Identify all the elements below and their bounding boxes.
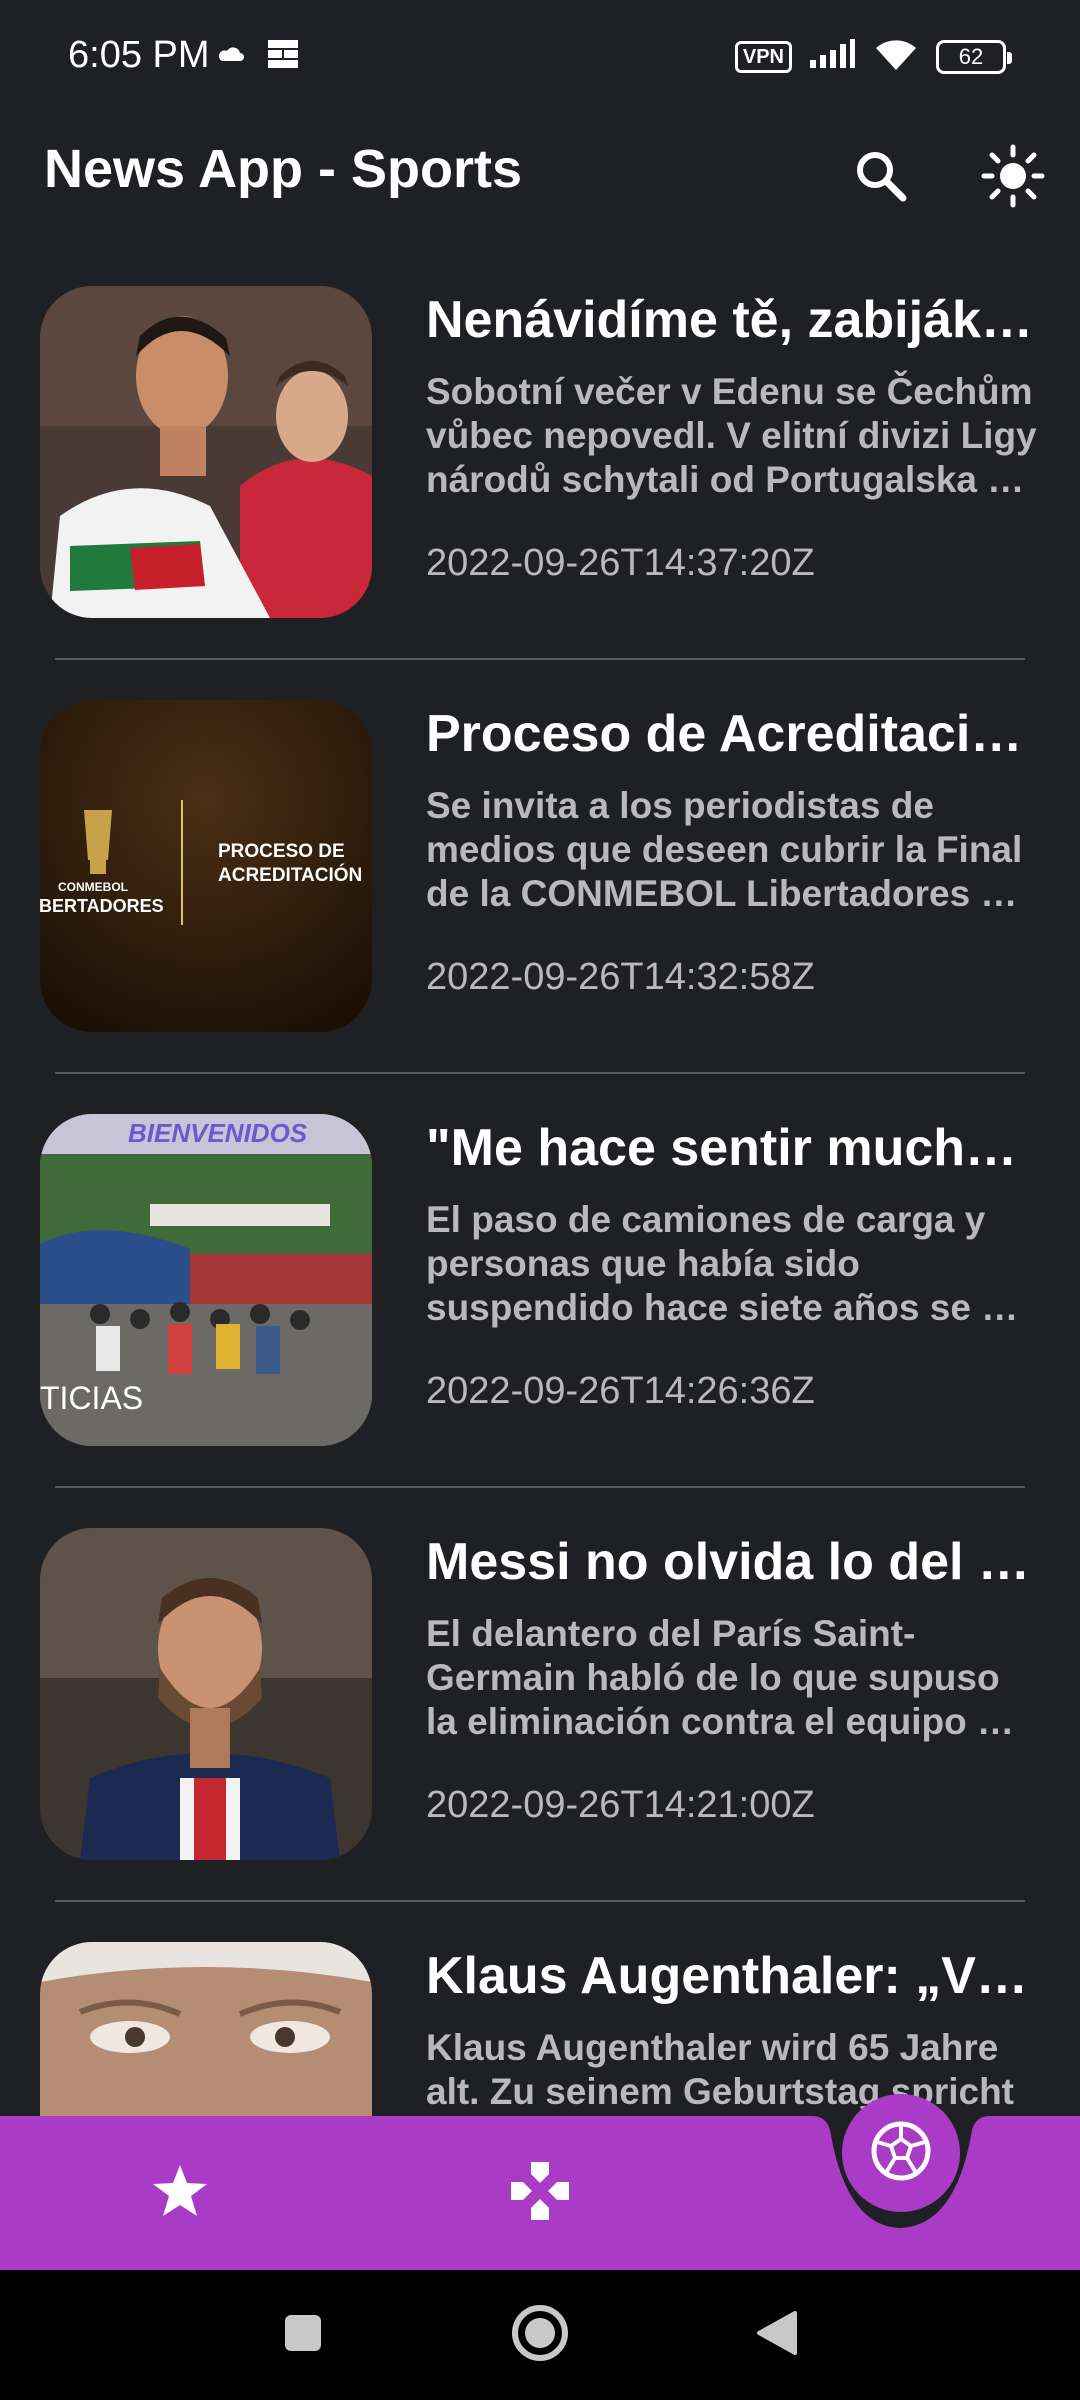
- nav-games[interactable]: [450, 2116, 630, 2270]
- news-item[interactable]: CONMEBOL IBERTADORES PROCESO DE ACREDITA…: [0, 684, 1080, 1098]
- nav-favorites[interactable]: [90, 2116, 270, 2270]
- star-icon: [151, 2163, 209, 2224]
- vpn-badge: VPN: [734, 40, 792, 73]
- news-description: El delantero del París Saint-Germain hab…: [426, 1613, 1015, 1742]
- screen: 6:05 PM VPN 62 News App - Sports Nenávid…: [0, 0, 1080, 2400]
- thumb-brand-small: CONMEBOL: [58, 880, 128, 894]
- signal-icon: [808, 38, 856, 75]
- status-bar: 6:05 PM VPN 62: [0, 0, 1080, 118]
- recents-button[interactable]: [238, 2270, 368, 2400]
- battery-icon: 62: [936, 39, 1012, 74]
- search-icon: [853, 148, 909, 209]
- recents-icon: [283, 2313, 323, 2358]
- news-list[interactable]: Nenávidíme tě, zabiják… Sobotní večer v …: [0, 270, 1080, 2120]
- news-text: Proceso de Acreditaci… Se invita a los p…: [426, 702, 1040, 999]
- divider: [55, 658, 1025, 660]
- gamepad-icon: [509, 2160, 571, 2227]
- news-title: Proceso de Acreditaci…: [426, 705, 1023, 763]
- status-left-icons: [218, 38, 300, 75]
- news-thumbnail: CONMEBOL IBERTADORES PROCESO DE ACREDITA…: [40, 700, 372, 1032]
- page-title: News App - Sports: [44, 139, 523, 199]
- thumb-brand: IBERTADORES: [40, 896, 164, 916]
- news-date: 2022-09-26T14:32:58Z: [426, 956, 815, 998]
- search-button[interactable]: [833, 130, 929, 226]
- news-text: Klaus Augenthaler: „V… Klaus Augenthaler…: [426, 1944, 1040, 2120]
- divider: [55, 1900, 1025, 1902]
- news-date: 2022-09-26T14:26:36Z: [426, 1370, 815, 1412]
- home-button[interactable]: [475, 2270, 605, 2400]
- news-title: "Me hace sentir mucha…: [426, 1119, 1040, 1177]
- news-item[interactable]: BIENVENIDOS TICIAS "Me hace sentir mucha…: [0, 1098, 1080, 1512]
- news-item[interactable]: Nenávidíme tě, zabiják… Sobotní večer v …: [0, 270, 1080, 684]
- news-thumbnail: [40, 1942, 372, 2120]
- status-time: 6:05 PM: [68, 34, 210, 76]
- news-title: Nenávidíme tě, zabiják…: [426, 291, 1033, 349]
- back-icon: [755, 2309, 799, 2362]
- news-description: Klaus Augenthaler wird 65 Jahre alt. Zu …: [426, 2027, 1015, 2112]
- news-thumbnail: [40, 1528, 372, 1860]
- sun-icon: [981, 144, 1045, 213]
- soccer-ball-icon: [869, 2119, 933, 2188]
- news-title: Klaus Augenthaler: „V…: [426, 1947, 1028, 2005]
- news-thumbnail: BIENVENIDOS TICIAS: [40, 1114, 372, 1446]
- grid-icon: [266, 38, 300, 75]
- divider: [55, 1486, 1025, 1488]
- news-item[interactable]: Messi no olvida lo del … El delantero de…: [0, 1512, 1080, 1926]
- news-item[interactable]: Klaus Augenthaler: „V… Klaus Augenthaler…: [0, 1926, 1080, 2120]
- thumb-label: TICIAS: [40, 1380, 144, 1416]
- news-text: Nenávidíme tě, zabiják… Sobotní večer v …: [426, 288, 1040, 585]
- wifi-icon: [872, 36, 920, 77]
- news-description: Se invita a los periodistas de medios qu…: [426, 785, 1023, 914]
- divider: [55, 1072, 1025, 1074]
- cloud-icon: [218, 43, 244, 70]
- news-title: Messi no olvida lo del …: [426, 1533, 1030, 1591]
- status-right: VPN 62: [734, 36, 1012, 77]
- news-description: El paso de camiones de carga y personas …: [426, 1199, 1019, 1328]
- news-thumbnail: [40, 286, 372, 618]
- nav-sports-selected[interactable]: [842, 2094, 960, 2212]
- news-text: Messi no olvida lo del … El delantero de…: [426, 1530, 1040, 1827]
- system-navigation-bar: [0, 2270, 1080, 2400]
- news-text: "Me hace sentir mucha… El paso de camion…: [426, 1116, 1040, 1413]
- theme-toggle-button[interactable]: [965, 130, 1061, 226]
- back-button[interactable]: [712, 2270, 842, 2400]
- app-bar: News App - Sports: [0, 118, 1080, 278]
- thumb-label: PROCESO DE ACREDITACIÓN: [218, 841, 363, 886]
- news-date: 2022-09-26T14:37:20Z: [426, 542, 815, 584]
- news-date: 2022-09-26T14:21:00Z: [426, 1784, 815, 1826]
- thumb-banner: BIENVENIDOS: [128, 1118, 308, 1148]
- home-icon: [510, 2303, 570, 2368]
- news-description: Sobotní večer v Edenu se Čechům vůbec ne…: [426, 371, 1037, 500]
